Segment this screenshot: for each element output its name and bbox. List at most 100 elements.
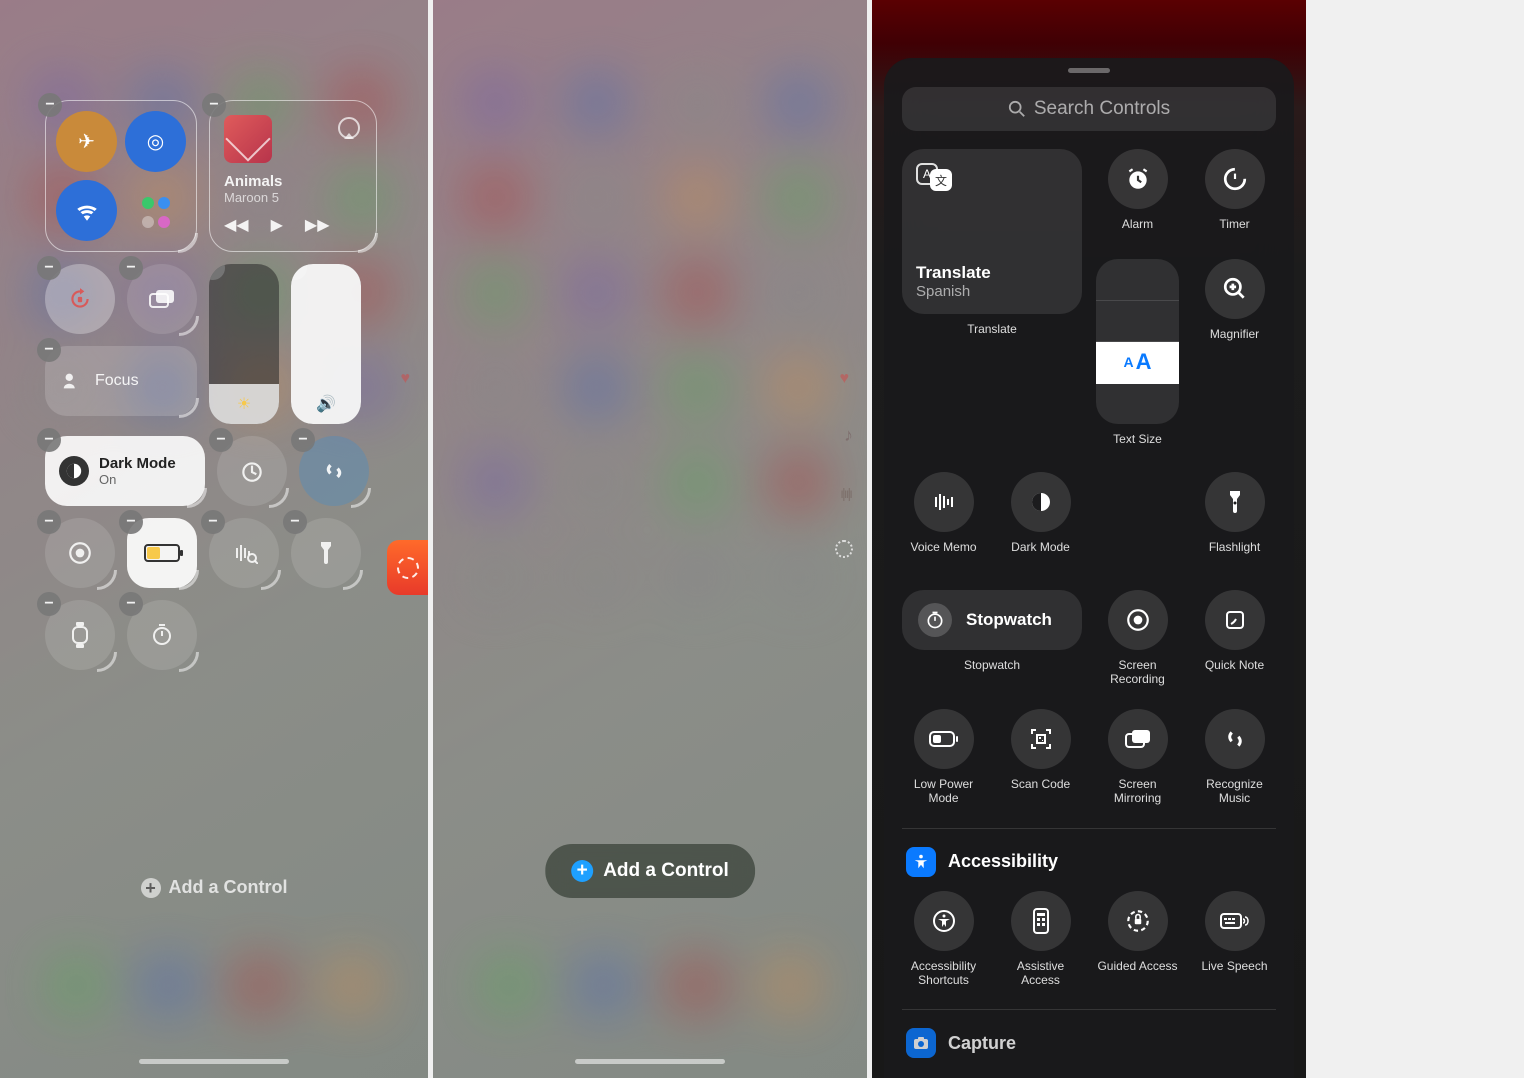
remove-icon[interactable]: − <box>209 264 225 280</box>
dark-mode-tile[interactable]: − Dark Mode On <box>45 436 205 506</box>
forward-icon[interactable]: ▶▶ <box>305 215 330 235</box>
alarm-icon <box>1108 149 1168 209</box>
resize-handle[interactable] <box>358 233 378 253</box>
airplane-icon[interactable]: ✈ <box>56 111 117 172</box>
remove-icon[interactable]: − <box>37 510 61 534</box>
gallery-item-alarm[interactable]: Alarm <box>1096 149 1179 245</box>
resize-handle[interactable] <box>343 570 363 590</box>
magnifier-icon <box>1205 259 1265 319</box>
live-speech-icon <box>1205 891 1265 951</box>
shazam-tile[interactable]: − <box>299 436 369 506</box>
resize-handle[interactable] <box>269 488 289 508</box>
focus-icon <box>61 370 83 392</box>
gallery-item-live-speech[interactable]: Live Speech <box>1193 891 1276 988</box>
resize-handle[interactable] <box>179 398 199 418</box>
volume-slider[interactable]: − 🔊 <box>291 264 361 424</box>
remove-icon[interactable]: − <box>202 93 226 117</box>
gallery-item-stopwatch[interactable]: Stopwatch Stopwatch <box>902 590 1082 687</box>
gallery-item-guided-access[interactable]: Guided Access <box>1096 891 1179 988</box>
airplay-icon[interactable] <box>338 117 360 139</box>
resize-handle[interactable] <box>351 488 371 508</box>
gallery-item-timer[interactable]: Timer <box>1193 149 1276 245</box>
screen-mirroring-tile[interactable]: − <box>127 264 197 334</box>
background <box>433 0 867 1078</box>
gallery-item-recognize-music[interactable]: Recognize Music <box>1193 709 1276 806</box>
stopwatch-tile[interactable]: − <box>127 600 197 670</box>
remove-icon[interactable]: − <box>119 592 143 616</box>
apple-watch-tile[interactable]: − <box>45 600 115 670</box>
gallery-item-screen-recording[interactable]: Screen Recording <box>1096 590 1179 687</box>
remove-icon[interactable]: − <box>37 256 61 280</box>
connectivity-tile[interactable]: − ✈ ◎ <box>45 100 197 252</box>
rewind-icon[interactable]: ◀◀ <box>224 215 249 235</box>
page-indicator-icon <box>835 540 853 558</box>
gallery-item-flashlight[interactable]: Flashlight <box>1193 472 1276 568</box>
resize-handle[interactable] <box>97 652 117 672</box>
timer-tile[interactable]: − <box>217 436 287 506</box>
remove-icon[interactable]: − <box>37 592 61 616</box>
remove-icon[interactable]: − <box>283 510 307 534</box>
divider <box>902 828 1276 829</box>
screen-mirroring-icon <box>1108 709 1168 769</box>
remove-icon[interactable]: − <box>291 428 315 452</box>
add-control-button[interactable]: + Add a Control <box>545 844 755 898</box>
remove-icon[interactable]: − <box>119 256 143 280</box>
brightness-slider[interactable]: − ☀ <box>209 264 279 424</box>
page-indicator-button[interactable] <box>387 540 428 595</box>
gallery-item-quick-note[interactable]: Quick Note <box>1193 590 1276 687</box>
gallery-item-scan-code[interactable]: Scan Code <box>999 709 1082 806</box>
focus-label: Focus <box>95 372 139 390</box>
voice-memo-icon <box>914 472 974 532</box>
gallery-item-text-size[interactable]: AA Text Size <box>1096 259 1179 460</box>
sound-recognition-tile[interactable]: − <box>209 518 279 588</box>
airdrop-icon[interactable]: ◎ <box>125 111 186 172</box>
remove-icon[interactable]: − <box>201 510 225 534</box>
section-accessibility: Accessibility <box>884 847 1294 891</box>
gallery-item-voice-memo[interactable]: Voice Memo <box>902 472 985 568</box>
resize-handle[interactable] <box>97 570 117 590</box>
gallery-item-dark-mode[interactable]: Dark Mode <box>999 472 1082 568</box>
resize-handle[interactable] <box>179 316 199 336</box>
search-icon <box>1008 100 1026 118</box>
play-icon[interactable]: ▶ <box>271 215 283 235</box>
flashlight-tile[interactable]: − <box>291 518 361 588</box>
section-capture: Capture <box>884 1028 1294 1072</box>
search-placeholder: Search Controls <box>1034 98 1170 120</box>
gallery-item-magnifier[interactable]: Magnifier <box>1193 259 1276 355</box>
home-indicator[interactable] <box>139 1059 289 1064</box>
resize-handle[interactable] <box>179 570 199 590</box>
focus-tile[interactable]: − Focus <box>45 346 197 416</box>
gallery-item-assistive-access[interactable]: Assistive Access <box>999 891 1082 988</box>
gallery-item-screen-mirroring[interactable]: Screen Mirroring <box>1096 709 1179 806</box>
wifi-icon[interactable] <box>56 180 117 241</box>
cellular-icon[interactable] <box>142 197 170 209</box>
rotation-lock-tile[interactable]: − <box>45 264 115 334</box>
resize-handle[interactable] <box>178 233 198 253</box>
flashlight-icon <box>1205 472 1265 532</box>
remove-icon[interactable]: − <box>119 510 143 534</box>
gallery-item-translate[interactable]: A文 Translate Spanish Translate <box>902 149 1082 355</box>
search-input[interactable]: Search Controls <box>902 87 1276 131</box>
now-playing-tile[interactable]: − Animals Maroon 5 ◀◀ ▶ ▶▶ <box>209 100 377 252</box>
screen-recording-tile[interactable]: − <box>45 518 115 588</box>
music-icon: ♪ <box>844 425 853 446</box>
remove-icon[interactable]: − <box>38 93 62 117</box>
resize-handle[interactable] <box>187 488 207 508</box>
home-indicator[interactable] <box>575 1059 725 1064</box>
favorite-icon: ♥ <box>840 370 850 388</box>
low-power-tile[interactable]: − <box>127 518 197 588</box>
track-artist: Maroon 5 <box>224 190 362 205</box>
remove-icon[interactable]: − <box>37 338 61 362</box>
gallery-item-acc-shortcuts[interactable]: Accessibility Shortcuts <box>902 891 985 988</box>
remove-icon[interactable]: − <box>209 428 233 452</box>
plus-icon: + <box>141 878 161 898</box>
resize-handle[interactable] <box>179 652 199 672</box>
resize-handle[interactable] <box>261 570 281 590</box>
sheet-grabber[interactable] <box>1068 68 1110 73</box>
gallery-item-low-power[interactable]: Low Power Mode <box>902 709 985 806</box>
control-center-grid: − ✈ ◎ − Animals Maroon 5 ◀◀ <box>45 100 383 682</box>
add-control-button[interactable]: +Add a Control <box>0 877 428 898</box>
screen-recording-icon <box>1108 590 1168 650</box>
gallery-sheet: Search Controls A文 Translate Spanish Tra <box>884 58 1294 1078</box>
remove-icon[interactable]: − <box>37 428 61 452</box>
